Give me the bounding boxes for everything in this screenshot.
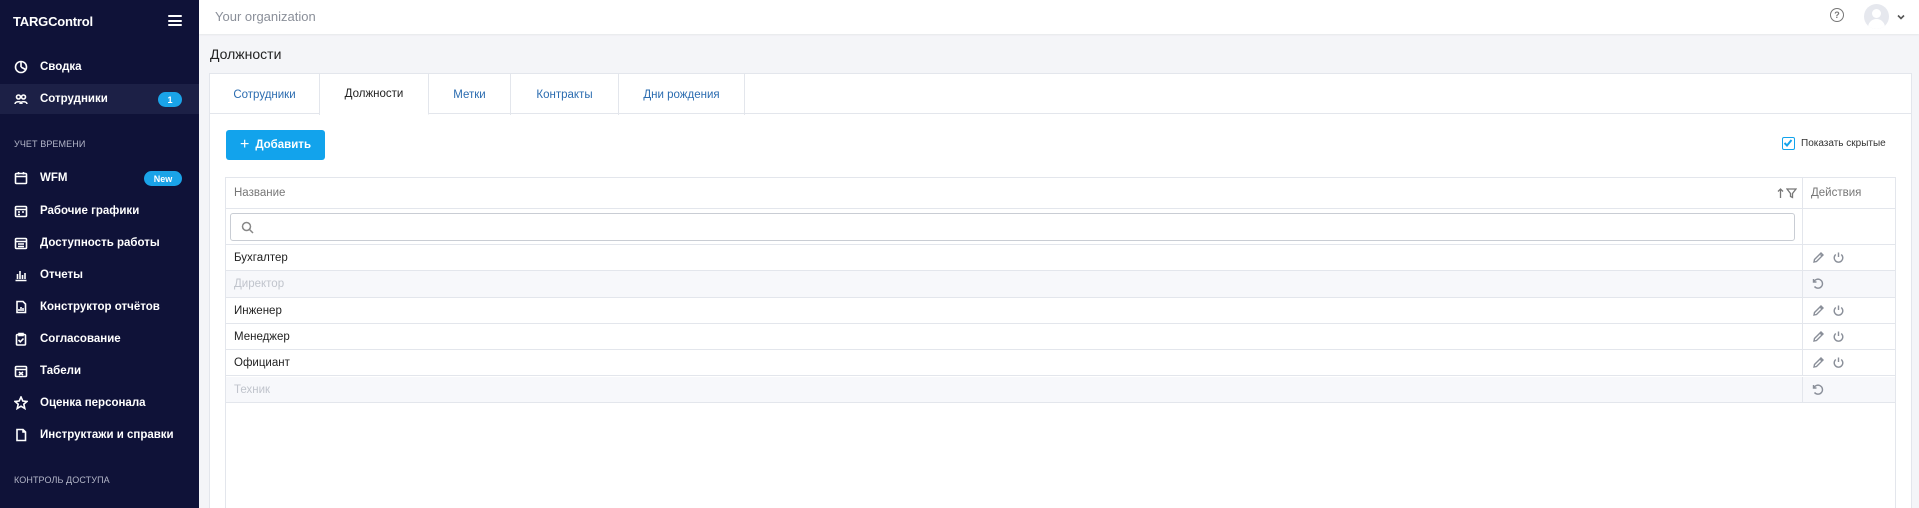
clipboard-check-icon bbox=[14, 332, 28, 346]
sort-asc-icon[interactable] bbox=[1777, 188, 1784, 199]
restore-icon[interactable] bbox=[1811, 383, 1824, 396]
sidebar-item-approval[interactable]: Согласование bbox=[0, 324, 199, 354]
sidebar-item-wfm[interactable]: WFM New bbox=[0, 163, 199, 193]
sidebar-item-label: Сотрудники bbox=[40, 93, 108, 105]
sidebar-item-label: Сводка bbox=[40, 61, 82, 73]
sidebar-item-label: Рабочие графики bbox=[40, 205, 140, 217]
row-actions-cell bbox=[1802, 245, 1895, 272]
search-icon bbox=[241, 221, 254, 234]
hide-power-icon[interactable] bbox=[1832, 251, 1845, 264]
bar-chart-icon bbox=[14, 268, 28, 282]
sidebar-item-staff-evaluation[interactable]: Оценка персонала bbox=[0, 388, 199, 418]
table-row: Техник bbox=[226, 376, 1895, 403]
column-header-actions: Действия bbox=[1802, 178, 1895, 209]
position-name: Менеджер bbox=[234, 330, 290, 343]
show-hidden-checkbox[interactable]: Показать скрытые bbox=[1782, 137, 1886, 150]
sidebar-item-timesheets[interactable]: Табели bbox=[0, 356, 199, 386]
sidebar-item-summary[interactable]: Сводка bbox=[0, 52, 199, 82]
availability-icon bbox=[14, 236, 28, 250]
sidebar-item-work-schedules[interactable]: Рабочие графики bbox=[0, 196, 199, 226]
row-actions-cell bbox=[1802, 376, 1895, 403]
table-row: Бухгалтер bbox=[226, 245, 1895, 272]
filter-row bbox=[226, 209, 1895, 245]
add-button-label: Добавить bbox=[255, 139, 312, 151]
schedule-icon bbox=[14, 204, 28, 218]
sidebar-item-label: Оценка персонала bbox=[40, 397, 146, 409]
position-name: Официант bbox=[234, 357, 290, 370]
content-card: Сотрудники Должности Метки Контракты Дни… bbox=[209, 73, 1912, 508]
chevron-down-icon[interactable] bbox=[1896, 11, 1906, 21]
sort-filter-controls bbox=[1777, 188, 1797, 199]
edit-pencil-icon[interactable] bbox=[1812, 330, 1825, 343]
row-actions-cell bbox=[1802, 323, 1895, 351]
new-badge: New bbox=[144, 171, 182, 186]
position-name: Директор bbox=[234, 278, 285, 291]
sidebar-item-label: Инструктажи и справки bbox=[40, 429, 174, 441]
sidebar-item-label: Конструктор отчётов bbox=[40, 301, 160, 313]
sidebar-item-label: Отчеты bbox=[40, 269, 83, 281]
table-row: Инженер bbox=[226, 297, 1895, 324]
hide-power-icon[interactable] bbox=[1832, 330, 1845, 343]
brand-logo: TARGControl bbox=[13, 14, 93, 29]
tab-tags[interactable]: Метки bbox=[429, 74, 511, 115]
filter-actions-cell bbox=[1802, 209, 1895, 245]
edit-pencil-icon[interactable] bbox=[1812, 251, 1825, 264]
organization-selector[interactable]: Your organization bbox=[215, 9, 316, 24]
topbar: Your organization ? bbox=[199, 0, 1919, 34]
star-icon bbox=[14, 396, 28, 410]
sidebar-item-instructions[interactable]: Инструктажи и справки bbox=[0, 420, 199, 450]
sidebar: TARGControl Сводка Сотрудники 1 УЧЕТ ВРЕ… bbox=[0, 0, 199, 508]
sidebar-item-label: Табели bbox=[40, 365, 82, 377]
restore-icon[interactable] bbox=[1811, 277, 1824, 290]
report-builder-icon bbox=[14, 300, 28, 314]
calendar-icon bbox=[14, 171, 28, 185]
position-name: Бухгалтер bbox=[234, 252, 288, 264]
position-name: Инженер bbox=[234, 304, 282, 317]
section-label-access: КОНТРОЛЬ ДОСТУПА bbox=[14, 475, 110, 485]
sidebar-item-label: Доступность работы bbox=[40, 237, 160, 249]
help-icon[interactable]: ? bbox=[1830, 8, 1844, 22]
page-title: Должности bbox=[210, 46, 282, 62]
tab-birthdays[interactable]: Дни рождения bbox=[619, 74, 745, 115]
filter-icon[interactable] bbox=[1786, 188, 1797, 199]
edit-pencil-icon[interactable] bbox=[1812, 304, 1825, 317]
timesheet-icon bbox=[14, 364, 28, 378]
hide-power-icon[interactable] bbox=[1832, 304, 1845, 317]
users-icon bbox=[14, 92, 28, 106]
plus-icon: + bbox=[239, 136, 250, 153]
count-badge: 1 bbox=[158, 92, 182, 107]
sidebar-item-label: Согласование bbox=[40, 333, 121, 345]
sidebar-item-employees[interactable]: Сотрудники 1 bbox=[0, 84, 199, 114]
menu-icon[interactable] bbox=[168, 15, 182, 26]
document-icon bbox=[14, 428, 28, 442]
tab-positions[interactable]: Должности bbox=[320, 74, 429, 115]
row-actions-cell bbox=[1802, 271, 1895, 298]
sidebar-item-report-builder[interactable]: Конструктор отчётов bbox=[0, 292, 199, 322]
show-hidden-label: Показать скрытые bbox=[1801, 138, 1886, 149]
section-label-time: УЧЕТ ВРЕМЕНИ bbox=[14, 139, 86, 149]
table-row: Директор bbox=[226, 271, 1895, 298]
dashboard-icon bbox=[14, 60, 28, 74]
sidebar-item-reports[interactable]: Отчеты bbox=[0, 260, 199, 290]
add-button[interactable]: + Добавить bbox=[226, 130, 325, 160]
table-row: Официант bbox=[226, 350, 1895, 377]
sidebar-item-availability[interactable]: Доступность работы bbox=[0, 228, 199, 258]
checkbox-checked-icon[interactable] bbox=[1782, 137, 1795, 150]
tab-contracts[interactable]: Контракты bbox=[511, 74, 619, 115]
position-name: Техник bbox=[234, 383, 271, 396]
row-actions-cell bbox=[1802, 350, 1895, 377]
hide-power-icon[interactable] bbox=[1832, 356, 1845, 369]
search-input[interactable] bbox=[230, 213, 1795, 241]
column-header-name[interactable]: Название bbox=[226, 178, 1802, 209]
positions-table: Название Действия Бухгалтер Директор Инжен… bbox=[225, 177, 1896, 508]
tab-employees[interactable]: Сотрудники bbox=[210, 74, 320, 115]
sidebar-item-label: WFM bbox=[40, 172, 68, 184]
edit-pencil-icon[interactable] bbox=[1812, 356, 1825, 369]
table-row: Менеджер bbox=[226, 323, 1895, 351]
avatar[interactable] bbox=[1864, 4, 1889, 29]
tab-bar: Сотрудники Должности Метки Контракты Дни… bbox=[210, 74, 1911, 115]
row-actions-cell bbox=[1802, 297, 1895, 324]
